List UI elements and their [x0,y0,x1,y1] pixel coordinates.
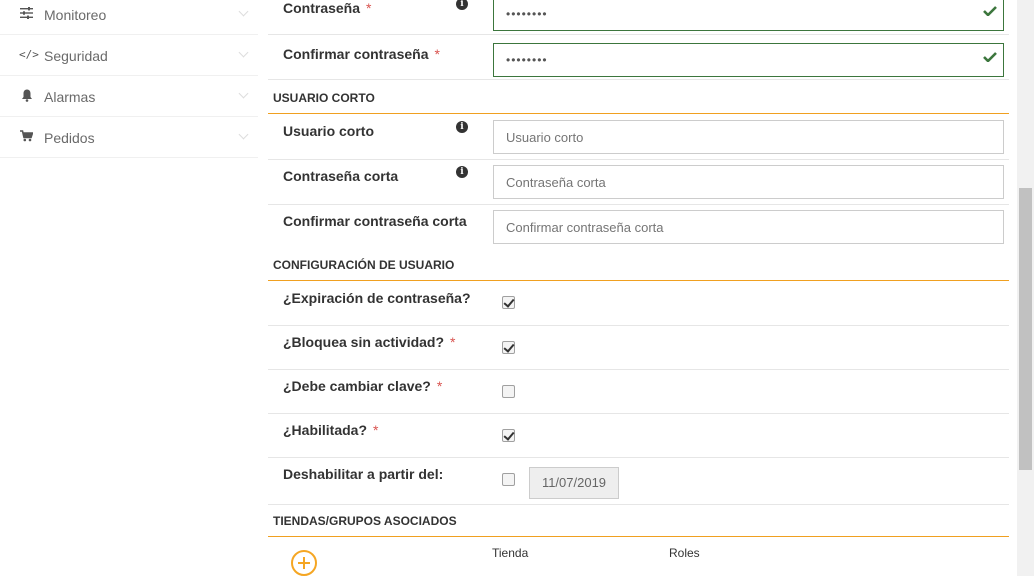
table-header-tienda: Tienda [492,546,529,560]
add-circle-icon[interactable] [291,550,317,576]
password-input[interactable]: •••••••• [493,0,1004,31]
confirm-password-label: Confirmar contraseña * [283,46,440,62]
confirm-password-input[interactable]: •••••••• [493,43,1004,77]
disable-from-date-input[interactable]: 11/07/2019 [529,467,619,499]
sidebar-item-seguridad[interactable]: </> Seguridad [0,35,258,76]
info-icon[interactable]: i [456,166,468,178]
sidebar-item-pedidos[interactable]: Pedidos [0,117,258,158]
disable-from-checkbox[interactable] [502,473,515,486]
enabled-row [268,414,1009,458]
vertical-scrollbar[interactable] [1017,0,1034,576]
sidebar-item-alarmas[interactable]: Alarmas [0,76,258,117]
sliders-icon [19,7,34,21]
table-header-roles: Roles [669,546,700,560]
sidebar-item-label: Alarmas [44,89,96,105]
short-password-label: Contraseña corta [283,168,399,184]
enabled-checkbox[interactable] [502,429,515,442]
short-user-label: Usuario corto [283,123,375,139]
sidebar-item-monitoreo[interactable]: Monitoreo [0,0,258,35]
section-title-tiendas-grupos: TIENDAS/GRUPOS ASOCIADOS [273,514,457,528]
section-title-configuracion-usuario: CONFIGURACIÓN DE USUARIO [273,258,455,272]
password-label: Contraseña * [283,0,372,16]
sidebar-item-label: Monitoreo [44,7,107,23]
must-change-key-label: ¿Debe cambiar clave? * [283,378,443,394]
chevron-down-icon [238,47,249,58]
disable-from-label: Deshabilitar a partir del: [283,466,444,482]
info-icon[interactable]: i [456,121,468,133]
code-icon: </> [19,48,39,61]
section-divider [268,536,1009,537]
lock-inactivity-label: ¿Bloquea sin actividad? * [283,334,456,350]
must-change-key-checkbox[interactable] [502,385,515,398]
lock-inactivity-checkbox[interactable] [502,341,515,354]
sidebar: Monitoreo </> Seguridad Alarmas Pedidos [0,0,260,576]
confirm-short-password-label: Confirmar contraseña corta [283,213,467,229]
short-password-input[interactable] [493,165,1004,199]
chevron-down-icon [238,6,249,17]
short-user-input[interactable] [493,120,1004,154]
section-title-usuario-corto: USUARIO CORTO [273,91,375,105]
sidebar-item-label: Pedidos [44,130,95,146]
chevron-down-icon [238,129,249,140]
scrollbar-thumb[interactable] [1019,188,1032,470]
check-icon [983,6,997,16]
cart-icon [19,130,34,144]
sidebar-item-label: Seguridad [44,48,108,64]
password-expiration-checkbox[interactable] [502,296,515,309]
enabled-label: ¿Habilitada? * [283,422,379,438]
confirm-short-password-input[interactable] [493,210,1004,244]
check-icon [983,52,997,62]
password-expiration-label: ¿Expiración de contraseña? [283,290,471,306]
bell-icon [19,89,34,103]
chevron-down-icon [238,88,249,99]
